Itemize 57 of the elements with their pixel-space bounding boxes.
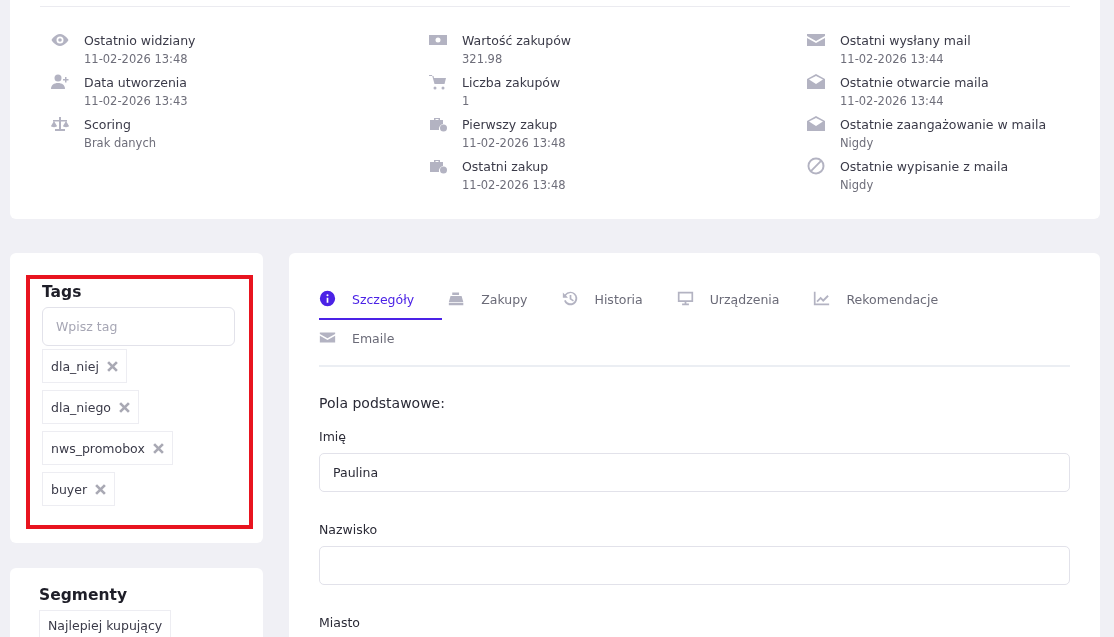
- stat-value: 11-02-2026 13:48: [462, 135, 566, 152]
- scale-icon: [50, 114, 70, 134]
- tab[interactable]: Zakupy: [448, 281, 556, 320]
- tab[interactable]: Emaile: [319, 320, 423, 359]
- segments-title: Segmenty: [39, 586, 128, 604]
- info-icon: [319, 290, 336, 307]
- stat-label: Wartość zakupów: [462, 32, 572, 50]
- stat-label: Pierwszy zakup: [462, 116, 559, 134]
- stat-label: Ostatnie wypisanie z maila: [840, 158, 1009, 176]
- stat-label: Ostatni wysłany mail: [840, 32, 971, 50]
- history-icon: [561, 290, 579, 307]
- tag-label: buyer: [51, 481, 88, 497]
- field-label: Miasto: [319, 615, 361, 630]
- stat-value: 1: [462, 93, 471, 110]
- tab[interactable]: Historia: [561, 281, 671, 320]
- envelope-open-icon: [806, 114, 826, 134]
- tag-label: nws_promobox: [51, 440, 145, 456]
- section-title: Pola podstawowe:: [319, 395, 446, 411]
- monitor-icon: [676, 290, 694, 307]
- stat-value: 321.98: [462, 51, 504, 68]
- tag-label: dla_niego: [51, 399, 111, 415]
- tag-input[interactable]: Wpisz tag: [42, 307, 235, 346]
- envelope-icon: [319, 329, 336, 346]
- stat-label: Scoring: [84, 116, 132, 134]
- envelope-open-icon: [806, 72, 826, 92]
- stat-label: Liczba zakupów: [462, 74, 561, 92]
- stat-value: 11-02-2026 13:48: [84, 51, 189, 68]
- stat-value: Brak danych: [84, 135, 157, 152]
- tab[interactable]: Urządzenia: [676, 281, 808, 320]
- stat-value: 11-02-2026 13:44: [840, 51, 945, 68]
- cart-icon: [428, 72, 448, 92]
- tag-label: dla_niej: [51, 358, 99, 374]
- remove-icon[interactable]: [119, 401, 130, 413]
- stat-label: Ostatnio widziany: [84, 32, 196, 50]
- stat-label: Data utworzenia: [84, 74, 188, 92]
- stat-value: 11-02-2026 13:48: [462, 177, 566, 194]
- input-field[interactable]: [319, 546, 1070, 585]
- tab[interactable]: Szczegóły: [319, 281, 443, 320]
- tags-title: Tags: [42, 283, 83, 301]
- segment-chip: Najlepiej kupujący: [39, 610, 172, 637]
- user-plus-icon: [50, 72, 70, 92]
- input-field[interactable]: Paulina: [319, 453, 1070, 492]
- stat-label: Ostatnie otwarcie maila: [840, 74, 989, 92]
- field-label: Imię: [319, 429, 348, 444]
- remove-icon[interactable]: [152, 442, 164, 454]
- tab[interactable]: Rekomendacje: [813, 281, 967, 320]
- stat-value: Nigdy: [840, 135, 875, 152]
- stat-label: Ostatnie zaangażowanie w maila: [840, 116, 1047, 134]
- ban-icon: [806, 156, 826, 176]
- chart-icon: [813, 290, 831, 307]
- field-label: Nazwisko: [319, 522, 379, 537]
- remove-icon[interactable]: [95, 483, 107, 495]
- stat-value: Nigdy: [840, 177, 875, 194]
- remove-icon[interactable]: [106, 360, 118, 372]
- stat-value: 11-02-2026 13:43: [84, 93, 188, 110]
- stat-label: Ostatni zakup: [462, 158, 550, 176]
- stat-value: 11-02-2026 13:44: [840, 93, 945, 110]
